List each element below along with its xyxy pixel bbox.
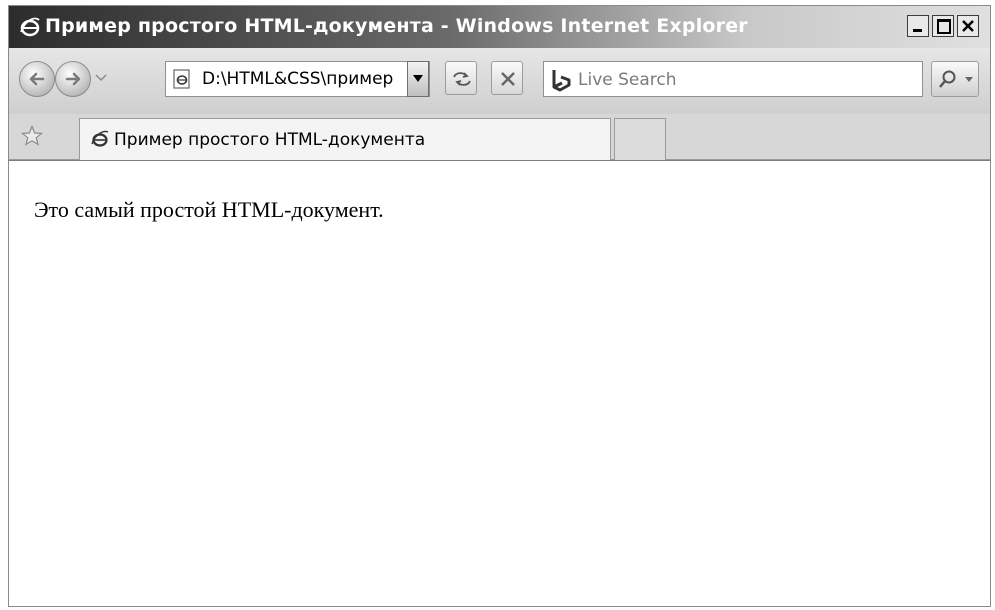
history-dropdown-icon[interactable] xyxy=(95,74,107,82)
forward-arrow-icon xyxy=(65,72,81,86)
address-dropdown-button[interactable] xyxy=(407,61,429,97)
search-button[interactable] xyxy=(931,61,979,97)
browser-window: Пример простого HTML-документа - Windows… xyxy=(8,5,991,607)
maximize-button[interactable] xyxy=(932,15,954,37)
refresh-button[interactable] xyxy=(445,61,477,95)
chevron-down-icon xyxy=(413,75,423,82)
ie-logo-icon xyxy=(19,16,41,38)
address-text[interactable]: D:\HTML&CSS\пример xyxy=(202,69,402,89)
search-box[interactable] xyxy=(543,61,923,97)
bing-icon xyxy=(550,68,572,97)
tab-bar: Пример простого HTML-документа xyxy=(9,114,990,160)
magnifier-icon xyxy=(939,70,956,88)
page-icon xyxy=(172,69,192,94)
stop-icon xyxy=(501,72,515,86)
star-icon[interactable] xyxy=(20,124,44,152)
search-input[interactable] xyxy=(576,68,910,92)
tab-label: Пример простого HTML-документа xyxy=(114,130,426,150)
back-button[interactable] xyxy=(19,61,55,97)
page-content: Это самый простой HTML-документ. xyxy=(9,160,990,606)
close-icon xyxy=(962,20,974,32)
close-button[interactable] xyxy=(957,15,979,37)
forward-button[interactable] xyxy=(55,61,91,97)
tab-active[interactable]: Пример простого HTML-документа xyxy=(79,118,611,160)
minimize-button[interactable] xyxy=(907,15,929,37)
ie-page-icon xyxy=(90,129,110,154)
new-tab-button[interactable] xyxy=(614,118,666,160)
navigation-bar: D:\HTML&CSS\пример xyxy=(9,48,990,114)
address-bar[interactable]: D:\HTML&CSS\пример xyxy=(165,61,430,97)
search-options-icon xyxy=(965,77,973,82)
document-text: Это самый простой HTML-документ. xyxy=(34,197,384,222)
back-arrow-icon xyxy=(29,72,45,86)
stop-button[interactable] xyxy=(491,61,523,95)
window-title: Пример простого HTML-документа - Windows… xyxy=(45,15,748,37)
refresh-icon xyxy=(453,72,471,86)
title-bar[interactable]: Пример простого HTML-документа - Windows… xyxy=(9,6,990,48)
